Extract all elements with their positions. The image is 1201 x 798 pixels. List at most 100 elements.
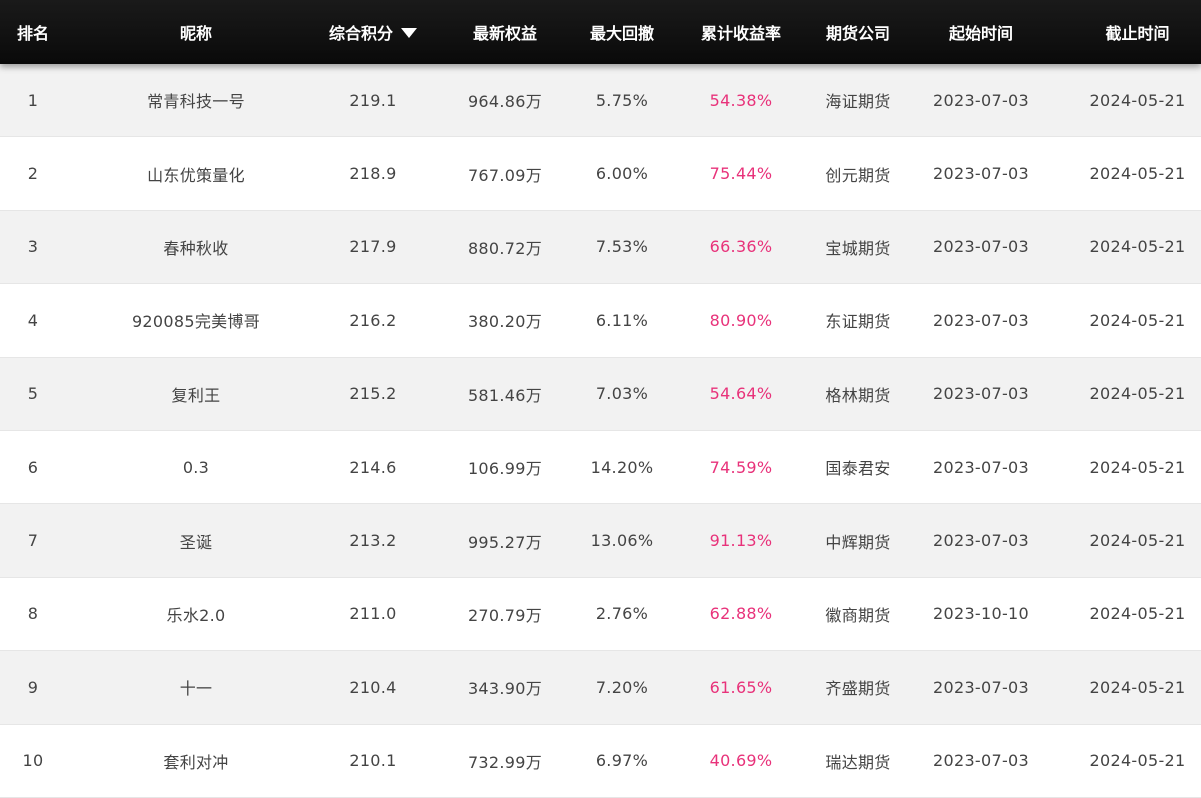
- cell-score: 215.2: [349, 384, 397, 404]
- cell-return: 66.36%: [709, 237, 773, 257]
- cell-start-date: 2023-07-03: [933, 90, 1029, 110]
- cell-start-date: 2023-07-03: [933, 310, 1029, 330]
- cell-equity: 880.72万: [467, 238, 543, 258]
- table-row[interactable]: 3 春种秋收 217.9 880.72万 7.53% 66.36% 宝城期货 2…: [0, 210, 1201, 285]
- header-return: 累计收益率: [700, 24, 781, 43]
- cell-return: 75.44%: [709, 164, 773, 184]
- cell-score: 216.2: [349, 310, 397, 330]
- cell-end-date: 2024-05-21: [1089, 457, 1186, 477]
- cell-company: 国泰君安: [825, 459, 891, 479]
- cell-nickname: 套利对冲: [163, 752, 229, 772]
- table-row[interactable]: 2 山东优策量化 218.9 767.09万 6.00% 75.44% 创元期货…: [0, 137, 1201, 211]
- cell-nickname: 0.3: [182, 457, 210, 477]
- cell-return: 61.65%: [709, 677, 773, 697]
- cell-equity: 964.86万: [467, 92, 543, 112]
- cell-company: 瑞达期货: [825, 752, 891, 772]
- cell-drawdown: 5.75%: [595, 90, 649, 110]
- cell-start-date: 2023-07-03: [933, 384, 1029, 404]
- cell-end-date: 2024-05-21: [1089, 310, 1186, 330]
- cell-nickname: 圣诞: [179, 532, 213, 552]
- cell-rank: 3: [27, 237, 39, 257]
- header-company: 期货公司: [826, 24, 891, 43]
- cell-end-date: 2024-05-21: [1089, 164, 1186, 184]
- cell-drawdown: 7.03%: [595, 384, 649, 404]
- cell-score: 210.4: [349, 677, 397, 697]
- cell-start-date: 2023-07-03: [933, 677, 1029, 697]
- header-end-date: 截止时间: [1105, 24, 1170, 43]
- header-score-label: 综合积分: [328, 24, 393, 43]
- cell-rank: 1: [27, 90, 39, 110]
- cell-start-date: 2023-07-03: [933, 751, 1029, 771]
- cell-rank: 8: [27, 604, 39, 624]
- cell-rank: 4: [27, 310, 39, 330]
- cell-company: 东证期货: [825, 312, 891, 332]
- header-start-date: 起始时间: [948, 24, 1013, 43]
- cell-company: 徽商期货: [825, 605, 891, 625]
- cell-drawdown: 6.00%: [595, 164, 649, 184]
- cell-start-date: 2023-07-03: [933, 457, 1029, 477]
- table-row[interactable]: 7 圣诞 213.2 995.27万 13.06% 91.13% 中辉期货 20…: [0, 504, 1201, 578]
- cell-nickname: 常青科技一号: [147, 92, 245, 112]
- cell-return: 54.38%: [709, 90, 773, 110]
- cell-rank: 7: [27, 531, 39, 551]
- cell-equity: 106.99万: [467, 459, 543, 479]
- cell-company: 创元期货: [825, 165, 891, 185]
- table-row[interactable]: 4 920085完美博哥 216.2 380.20万 6.11% 80.90% …: [0, 284, 1201, 358]
- header-equity: 最新权益: [472, 24, 537, 43]
- cell-equity: 380.20万: [467, 312, 543, 332]
- table-row[interactable]: 5 复利王 215.2 581.46万 7.03% 54.64% 格林期货 20…: [0, 357, 1201, 431]
- header-drawdown: 最大回撤: [590, 24, 655, 43]
- cell-end-date: 2024-05-21: [1089, 90, 1186, 110]
- header-score-sortable[interactable]: 综合积分: [326, 0, 420, 64]
- ranking-table: 排名 昵称 综合积分 最新权益 最大回撤 累计收益率 期货公司 起始时间 截止时…: [0, 0, 1201, 798]
- cell-score: 211.0: [349, 604, 397, 624]
- cell-end-date: 2024-05-21: [1089, 531, 1186, 551]
- cell-end-date: 2024-05-21: [1089, 751, 1186, 771]
- cell-equity: 581.46万: [467, 385, 543, 405]
- table-row[interactable]: 6 0.3 214.6 106.99万 14.20% 74.59% 国泰君安 2…: [0, 430, 1201, 505]
- header-nickname: 昵称: [179, 24, 212, 43]
- cell-equity: 732.99万: [467, 752, 543, 772]
- header-rank: 排名: [16, 24, 49, 43]
- cell-equity: 343.90万: [467, 679, 543, 699]
- cell-drawdown: 7.53%: [595, 237, 649, 257]
- sort-descending-icon[interactable]: [401, 28, 417, 38]
- cell-rank: 2: [27, 164, 39, 184]
- table-header: 排名 昵称 综合积分 最新权益 最大回撤 累计收益率 期货公司 起始时间 截止时…: [0, 0, 1201, 64]
- cell-equity: 995.27万: [467, 532, 543, 552]
- cell-company: 中辉期货: [825, 532, 891, 552]
- cell-drawdown: 14.20%: [590, 457, 654, 477]
- cell-nickname: 山东优策量化: [147, 165, 245, 185]
- cell-return: 74.59%: [709, 457, 773, 477]
- cell-rank: 5: [27, 384, 39, 404]
- cell-return: 80.90%: [709, 310, 773, 330]
- table-row[interactable]: 8 乐水2.0 211.0 270.79万 2.76% 62.88% 徽商期货 …: [0, 577, 1201, 652]
- cell-score: 213.2: [349, 531, 397, 551]
- cell-return: 54.64%: [709, 384, 773, 404]
- cell-end-date: 2024-05-21: [1089, 384, 1186, 404]
- cell-nickname: 十一: [179, 679, 213, 699]
- cell-nickname: 920085完美博哥: [131, 312, 261, 332]
- cell-end-date: 2024-05-21: [1089, 677, 1186, 697]
- cell-equity: 270.79万: [467, 605, 543, 625]
- cell-score: 218.9: [349, 164, 397, 184]
- cell-end-date: 2024-05-21: [1089, 604, 1186, 624]
- cell-return: 62.88%: [709, 604, 773, 624]
- cell-score: 217.9: [349, 237, 397, 257]
- cell-return: 91.13%: [709, 531, 773, 551]
- cell-equity: 767.09万: [467, 165, 543, 185]
- table-body: 1 常青科技一号 219.1 964.86万 5.75% 54.38% 海证期货…: [0, 64, 1201, 798]
- cell-company: 齐盛期货: [825, 679, 891, 699]
- cell-score: 214.6: [349, 457, 397, 477]
- table-row[interactable]: 10 套利对冲 210.1 732.99万 6.97% 40.69% 瑞达期货 …: [0, 724, 1201, 798]
- cell-company: 海证期货: [825, 92, 891, 112]
- cell-start-date: 2023-07-03: [933, 237, 1029, 257]
- cell-drawdown: 13.06%: [590, 531, 654, 551]
- table-row[interactable]: 1 常青科技一号 219.1 964.86万 5.75% 54.38% 海证期货…: [0, 64, 1201, 138]
- cell-rank: 6: [27, 457, 39, 477]
- cell-nickname: 春种秋收: [163, 238, 229, 258]
- cell-drawdown: 6.97%: [595, 751, 649, 771]
- table-row[interactable]: 9 十一 210.4 343.90万 7.20% 61.65% 齐盛期货 202…: [0, 651, 1201, 725]
- cell-start-date: 2023-10-10: [933, 604, 1029, 624]
- cell-company: 宝城期货: [825, 238, 891, 258]
